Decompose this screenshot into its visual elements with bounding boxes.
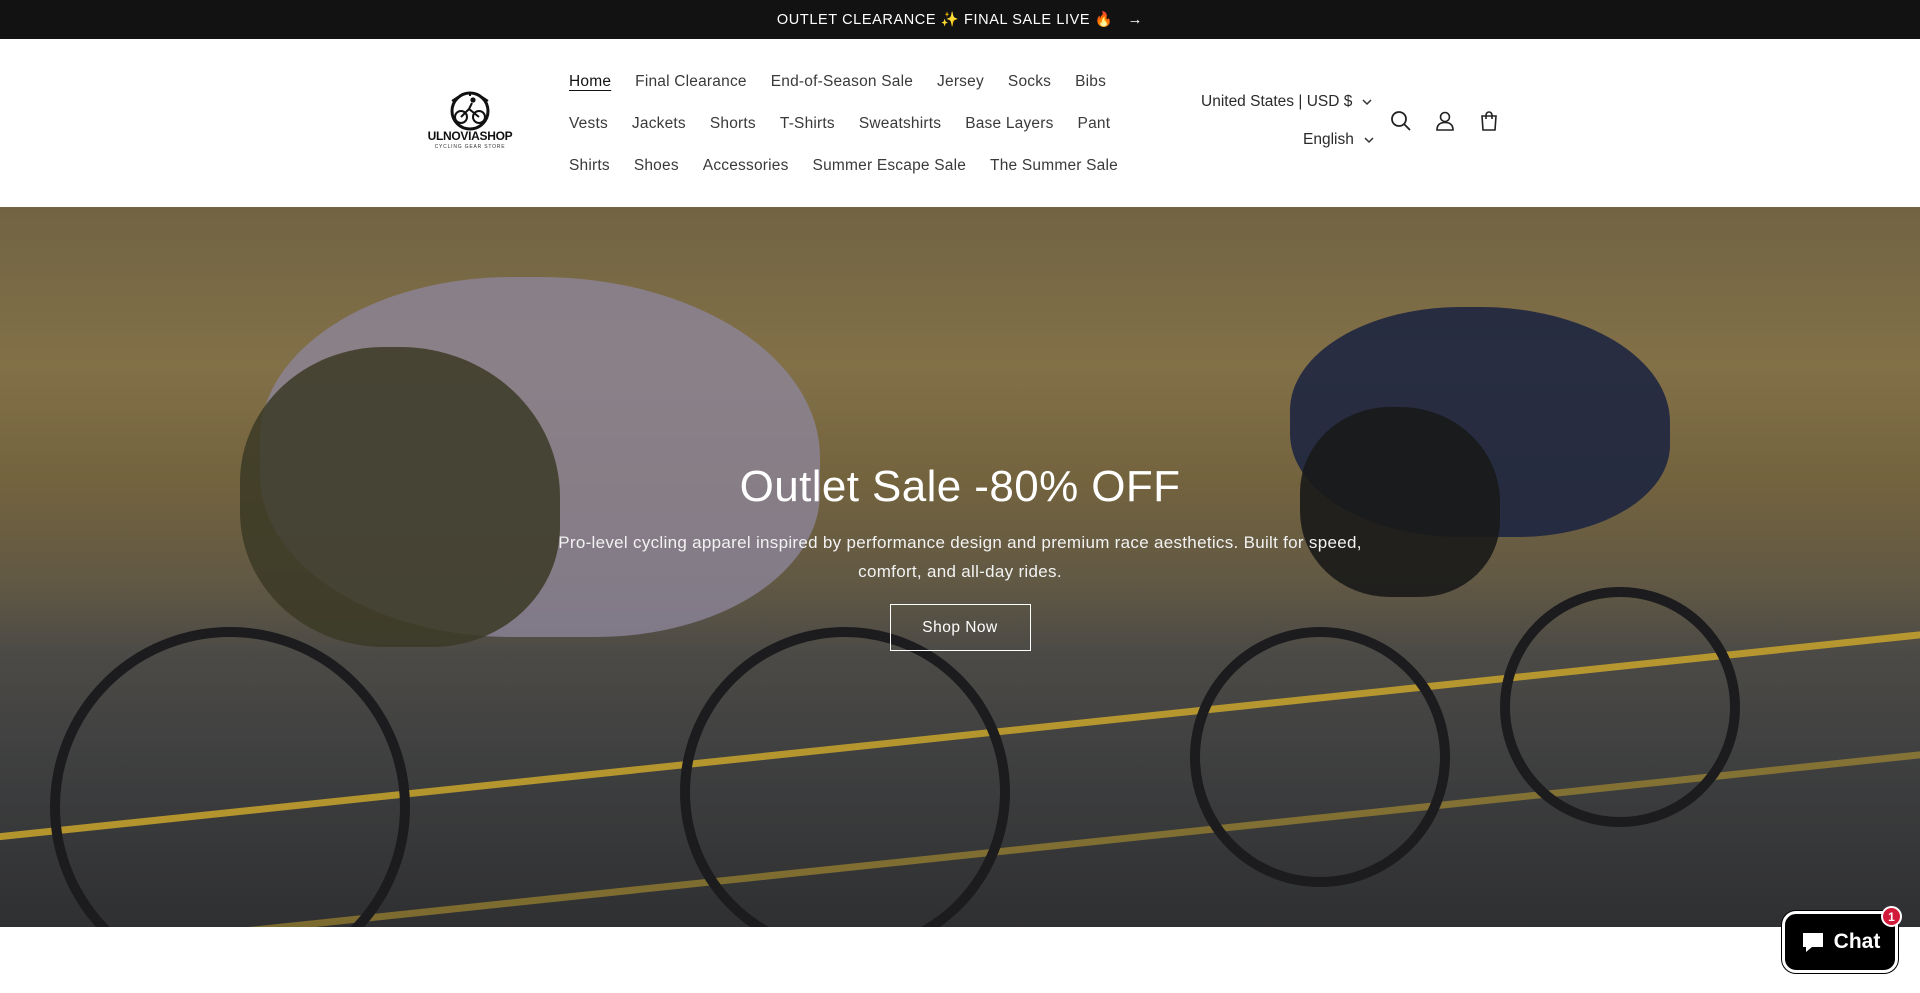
shop-now-button[interactable]: Shop Now <box>889 604 1031 651</box>
nav-row-1: Home Final Clearance End-of-Season Sale … <box>569 61 1129 103</box>
cart-button[interactable] <box>1478 110 1500 132</box>
wheel-image <box>680 627 1010 927</box>
account-icon <box>1436 111 1454 131</box>
chevron-down-icon <box>1364 137 1374 144</box>
nav-link-summer-escape-sale[interactable]: Summer Escape Sale <box>801 157 979 175</box>
language-label: English <box>1303 131 1354 148</box>
chat-notification-badge: 1 <box>1881 906 1902 927</box>
hero-banner: Outlet Sale -80% OFF Pro-level cycling a… <box>0 207 1920 927</box>
nav-link-accessories[interactable]: Accessories <box>691 157 801 175</box>
main-nav: Home Final Clearance End-of-Season Sale … <box>569 61 1129 187</box>
logo-link[interactable]: ULNOVIASHOP CYCLING GEAR STORE <box>422 91 518 153</box>
nav-link-home[interactable]: Home <box>569 73 623 91</box>
nav-link-sweatshirts[interactable]: Sweatshirts <box>847 115 953 133</box>
nav-link-final-clearance[interactable]: Final Clearance <box>623 73 759 91</box>
nav-link-vests[interactable]: Vests <box>569 115 620 133</box>
hero-title: Outlet Sale -80% OFF <box>739 462 1181 511</box>
nav-link-socks[interactable]: Socks <box>996 73 1063 91</box>
country-selector[interactable]: United States | USD $ <box>1201 93 1372 111</box>
chevron-down-icon <box>1362 99 1372 106</box>
wheel-image <box>50 627 410 927</box>
country-label: United States | USD $ <box>1201 93 1353 110</box>
nav-link-t-shirts[interactable]: T-Shirts <box>768 115 847 133</box>
announcement-text: OUTLET CLEARANCE ✨ FINAL SALE LIVE 🔥 <box>776 12 1114 28</box>
nav-link-the-summer-sale[interactable]: The Summer Sale <box>978 157 1130 175</box>
nav-row-2: Vests Jackets Shorts T-Shirts Sweatshirt… <box>569 103 1129 145</box>
arrow-right-icon: → <box>1127 11 1144 28</box>
logo-brand-text: ULNOVIASHOP <box>427 129 513 143</box>
site-header: ULNOVIASHOP CYCLING GEAR STORE Home Fina… <box>0 39 1920 207</box>
logo-tagline: CYCLING GEAR STORE <box>434 144 506 150</box>
nav-link-shorts[interactable]: Shorts <box>698 115 768 133</box>
header-icons <box>1390 110 1500 132</box>
search-icon <box>1391 111 1411 131</box>
account-button[interactable] <box>1434 110 1456 132</box>
nav-link-end-of-season-sale[interactable]: End-of-Season Sale <box>759 73 925 91</box>
announcement-bar[interactable]: OUTLET CLEARANCE ✨ FINAL SALE LIVE 🔥 → <box>0 0 1920 39</box>
language-selector[interactable]: English <box>1303 131 1374 149</box>
wheel-image <box>1190 627 1450 887</box>
nav-link-shoes[interactable]: Shoes <box>622 157 691 175</box>
chat-label: Chat <box>1833 930 1881 953</box>
nav-link-jackets[interactable]: Jackets <box>620 115 698 133</box>
hero-subtitle: Pro-level cycling apparel inspired by pe… <box>558 533 1362 581</box>
chat-button[interactable]: Chat <box>1782 911 1898 973</box>
nav-link-jersey[interactable]: Jersey <box>925 73 996 91</box>
nav-row-3: Shirts Shoes Accessories Summer Escape S… <box>569 145 1129 187</box>
nav-link-shirts[interactable]: Shirts <box>569 157 622 175</box>
nav-link-base-layers[interactable]: Base Layers <box>953 115 1065 133</box>
cart-icon <box>1481 111 1497 131</box>
nav-link-pant[interactable]: Pant <box>1066 115 1123 133</box>
nav-link-bibs[interactable]: Bibs <box>1063 73 1118 91</box>
search-button[interactable] <box>1390 110 1412 132</box>
hero-content: Outlet Sale -80% OFF Pro-level cycling a… <box>0 462 1920 651</box>
chat-bubble-icon <box>1802 933 1823 952</box>
logo-cyclist-icon <box>450 91 490 131</box>
